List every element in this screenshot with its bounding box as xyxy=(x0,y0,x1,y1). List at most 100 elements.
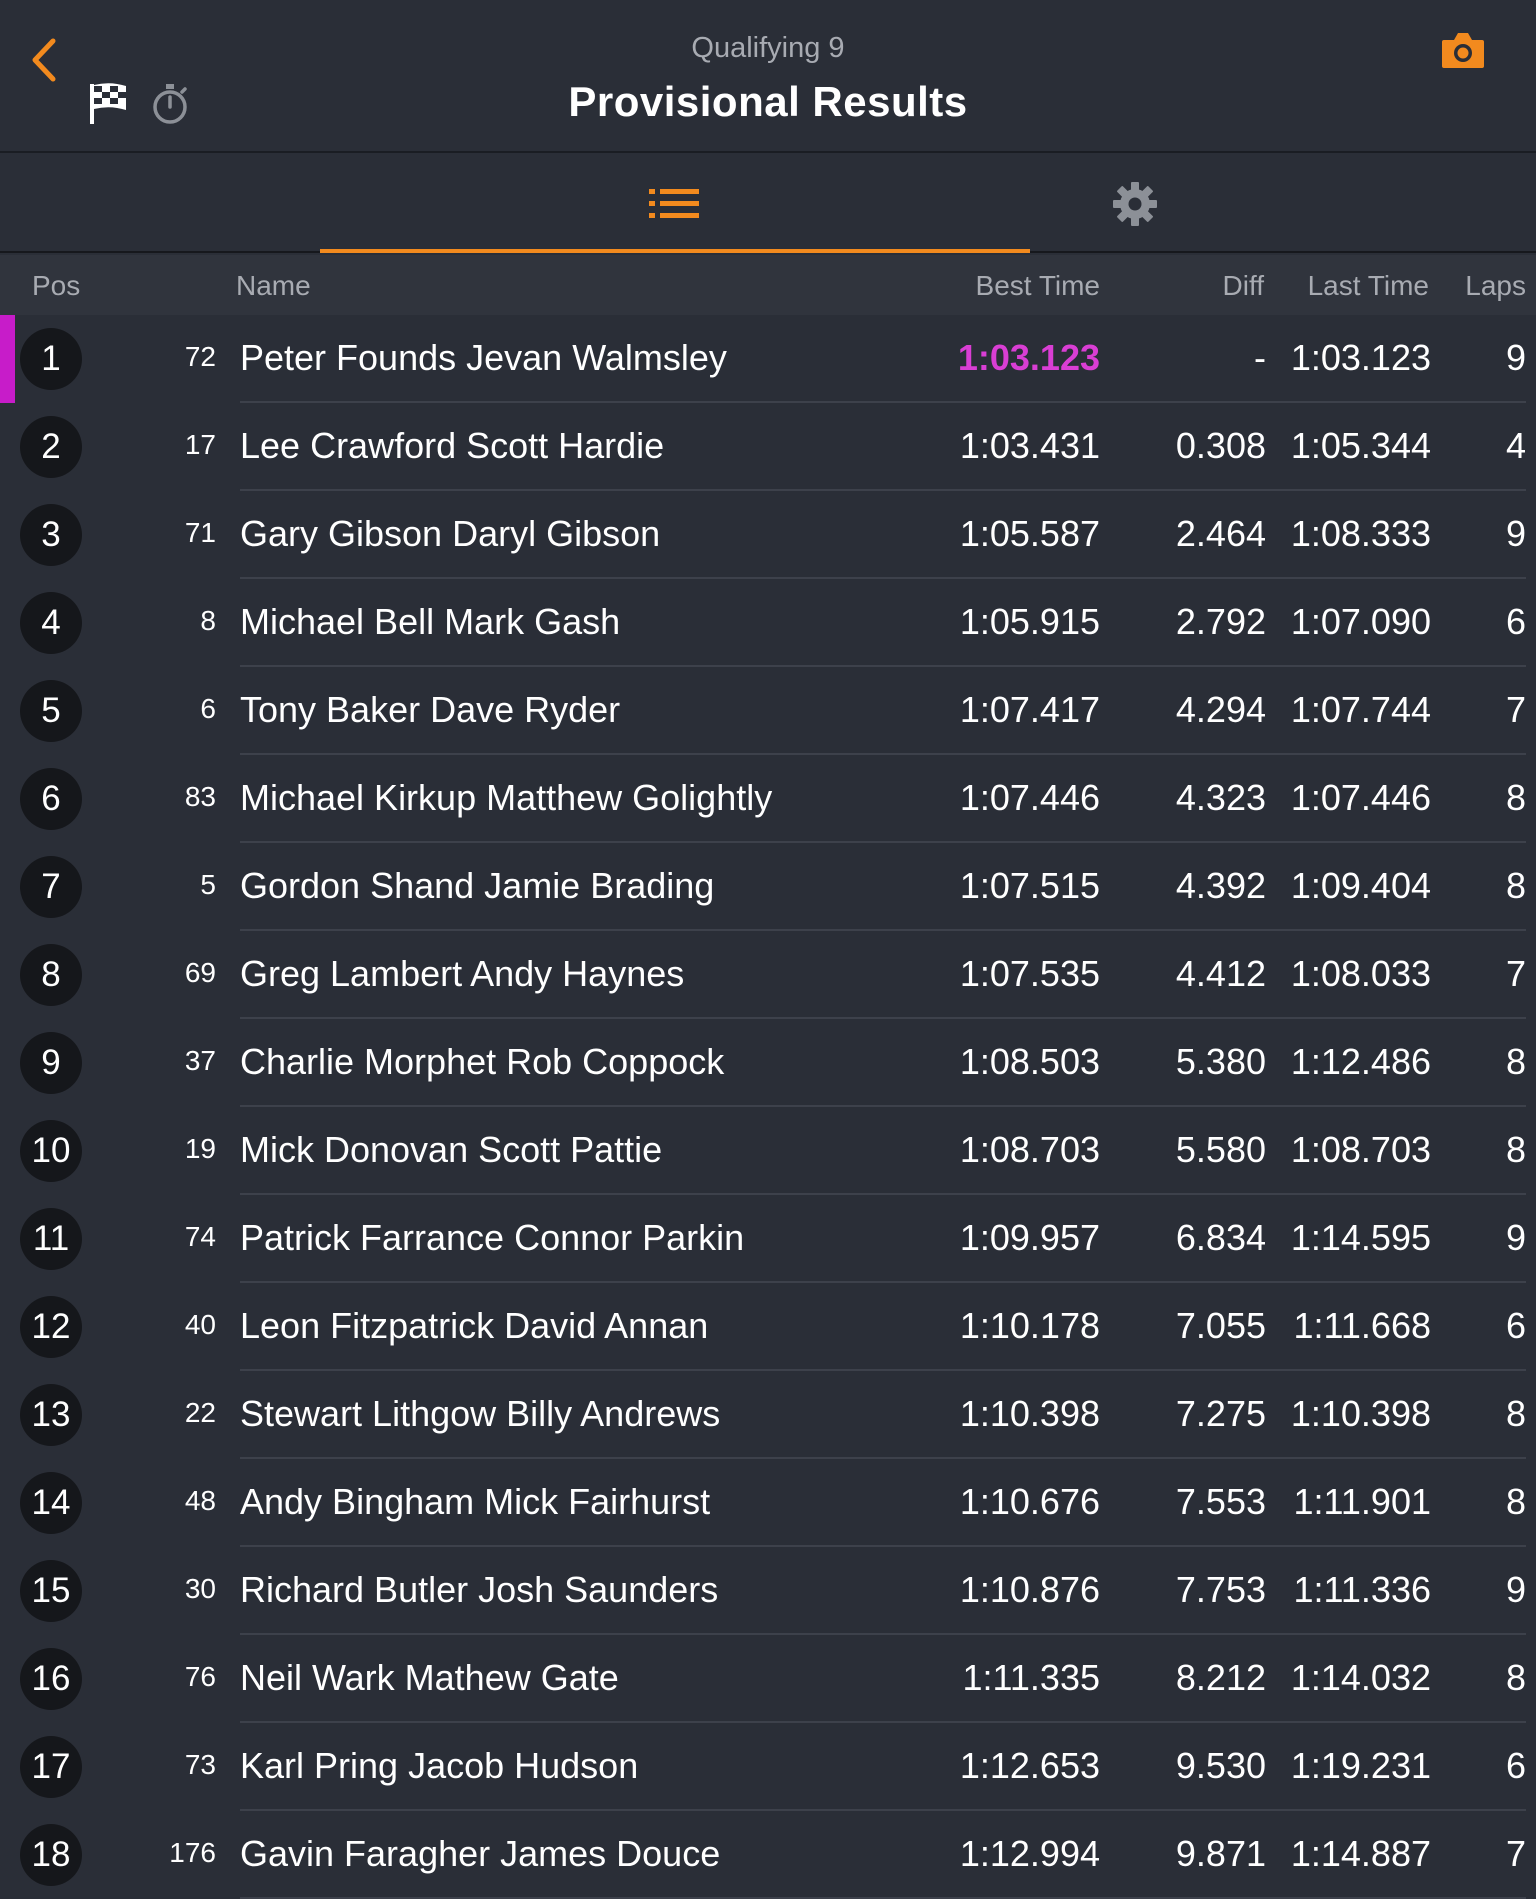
position-badge: 4 xyxy=(20,592,82,654)
car-number: 30 xyxy=(184,1573,216,1604)
time-diff: 7.275 xyxy=(1175,1393,1266,1434)
position-badge: 17 xyxy=(20,1736,82,1798)
position-badge: 5 xyxy=(20,680,82,742)
result-row[interactable]: 5 6 Tony Baker Dave Ryder 1:07.417 4.294 1:07… xyxy=(0,667,1536,755)
time-diff: 7.055 xyxy=(1175,1305,1266,1346)
last-time: 1:03.123 xyxy=(1290,337,1431,378)
driver-names: Stewart Lithgow Billy Andrews xyxy=(240,1393,721,1434)
col-laps[interactable]: Laps xyxy=(1465,270,1526,302)
results-column-header: Pos Name Best Time Diff Last Time Laps xyxy=(0,255,1536,315)
tab-results-list[interactable] xyxy=(320,155,1030,253)
lap-count: 8 xyxy=(1505,1657,1526,1698)
driver-names: Karl Pring Jacob Hudson xyxy=(240,1745,639,1786)
result-row[interactable]: 13 22 Stewart Lithgow Billy Andrews 1:10.39… xyxy=(0,1371,1536,1459)
last-time: 1:12.486 xyxy=(1290,1041,1431,1082)
result-row[interactable]: 17 73 Karl Pring Jacob Hudson 1:12.653 9.530… xyxy=(0,1723,1536,1811)
result-row[interactable]: 12 40 Leon Fitzpatrick David Annan 1:10.178… xyxy=(0,1283,1536,1371)
time-diff: 0.308 xyxy=(1175,425,1266,466)
camera-icon[interactable] xyxy=(1440,28,1486,72)
fastest-lap-marker xyxy=(0,315,15,403)
driver-names: Michael Bell Mark Gash xyxy=(240,601,621,642)
best-time: 1:12.653 xyxy=(959,1745,1100,1786)
car-number: 6 xyxy=(200,693,216,724)
result-row[interactable]: 16 76 Neil Wark Mathew Gate 1:11.335 8.212 1:… xyxy=(0,1635,1536,1723)
result-row[interactable]: 6 83 Michael Kirkup Matthew Golightly 1:07.… xyxy=(0,755,1536,843)
time-diff: 9.530 xyxy=(1175,1745,1266,1786)
col-pos[interactable]: Pos xyxy=(32,270,80,302)
driver-names: Mick Donovan Scott Pattie xyxy=(240,1129,663,1170)
lap-count: 9 xyxy=(1505,337,1526,378)
best-time: 1:08.503 xyxy=(959,1041,1100,1082)
position-badge: 12 xyxy=(20,1296,82,1358)
best-time: 1:11.335 xyxy=(962,1657,1100,1698)
time-diff: 9.871 xyxy=(1175,1833,1266,1874)
position-badge: 9 xyxy=(20,1032,82,1094)
lap-count: 9 xyxy=(1505,1217,1526,1258)
driver-names: Michael Kirkup Matthew Golightly xyxy=(240,777,773,818)
result-row[interactable]: 18 176 Gavin Faragher James Douce 1:12.994 9… xyxy=(0,1811,1536,1899)
driver-names: Charlie Morphet Rob Coppock xyxy=(240,1041,725,1082)
best-time: 1:03.431 xyxy=(959,425,1100,466)
car-number: 74 xyxy=(184,1221,216,1252)
last-time: 1:14.887 xyxy=(1290,1833,1431,1874)
position-badge: 13 xyxy=(20,1384,82,1446)
time-diff: 6.834 xyxy=(1175,1217,1266,1258)
best-time: 1:07.417 xyxy=(959,689,1100,730)
position-badge: 16 xyxy=(20,1648,82,1710)
best-time: 1:03.123 xyxy=(957,337,1100,378)
page-title: Provisional Results xyxy=(568,78,968,125)
last-time: 1:11.901 xyxy=(1293,1481,1431,1522)
lap-count: 8 xyxy=(1505,865,1526,906)
car-number: 176 xyxy=(169,1837,216,1868)
lap-count: 9 xyxy=(1505,1569,1526,1610)
col-best-time[interactable]: Best Time xyxy=(976,270,1100,302)
time-diff: 4.412 xyxy=(1175,953,1266,994)
best-time: 1:10.876 xyxy=(959,1569,1100,1610)
result-row[interactable]: 11 74 Patrick Farrance Connor Parkin 1:09.9… xyxy=(0,1195,1536,1283)
last-time: 1:08.033 xyxy=(1290,953,1431,994)
driver-names: Leon Fitzpatrick David Annan xyxy=(240,1305,709,1346)
driver-names: Gordon Shand Jamie Brading xyxy=(240,865,715,906)
car-number: 37 xyxy=(184,1045,216,1076)
time-diff: 4.294 xyxy=(1175,689,1266,730)
tab-settings[interactable] xyxy=(1030,155,1240,253)
driver-names: Andy Bingham Mick Fairhurst xyxy=(240,1481,711,1522)
driver-names: Peter Founds Jevan Walmsley xyxy=(240,337,727,378)
car-number: 73 xyxy=(184,1749,216,1780)
position-badge: 3 xyxy=(20,504,82,566)
position-badge: 6 xyxy=(20,768,82,830)
position-badge: 10 xyxy=(20,1120,82,1182)
time-diff: 5.580 xyxy=(1175,1129,1266,1170)
car-number: 72 xyxy=(184,341,216,372)
car-number: 5 xyxy=(200,869,216,900)
last-time: 1:10.398 xyxy=(1290,1393,1431,1434)
position-badge: 14 xyxy=(20,1472,82,1534)
last-time: 1:08.703 xyxy=(1290,1129,1431,1170)
col-name[interactable]: Name xyxy=(236,270,311,302)
col-last-time[interactable]: Last Time xyxy=(1308,270,1429,302)
lap-count: 6 xyxy=(1505,601,1526,642)
result-row[interactable]: 7 5 Gordon Shand Jamie Brading 1:07.515 4.39… xyxy=(0,843,1536,931)
result-row[interactable]: 10 19 Mick Donovan Scott Pattie 1:08.703 5.5… xyxy=(0,1107,1536,1195)
last-time: 1:14.595 xyxy=(1290,1217,1431,1258)
position-badge: 1 xyxy=(20,328,82,390)
result-row[interactable]: 14 48 Andy Bingham Mick Fairhurst 1:10.676 7… xyxy=(0,1459,1536,1547)
last-time: 1:11.668 xyxy=(1293,1305,1431,1346)
position-badge: 7 xyxy=(20,856,82,918)
time-diff: 7.753 xyxy=(1175,1569,1266,1610)
result-row[interactable]: 1 72 Peter Founds Jevan Walmsley 1:03.123-1… xyxy=(0,315,1536,403)
lap-count: 9 xyxy=(1505,513,1526,554)
result-row[interactable]: 9 37 Charlie Morphet Rob Coppock 1:08.503 5.… xyxy=(0,1019,1536,1107)
result-row[interactable]: 2 17 Lee Crawford Scott Hardie 1:03.431 0.30… xyxy=(0,403,1536,491)
best-time: 1:10.398 xyxy=(959,1393,1100,1434)
gear-icon xyxy=(1113,182,1157,226)
time-diff: 7.553 xyxy=(1175,1481,1266,1522)
col-diff[interactable]: Diff xyxy=(1223,270,1265,302)
result-row[interactable]: 8 69 Greg Lambert Andy Haynes 1:07.535 4.412… xyxy=(0,931,1536,1019)
result-row[interactable]: 3 71 Gary Gibson Daryl Gibson 1:05.587 2.464… xyxy=(0,491,1536,579)
last-time: 1:07.446 xyxy=(1290,777,1431,818)
time-diff: 5.380 xyxy=(1175,1041,1266,1082)
result-row[interactable]: 15 30 Richard Butler Josh Saunders 1:10.876… xyxy=(0,1547,1536,1635)
result-row[interactable]: 4 8 Michael Bell Mark Gash 1:05.915 2.792 1:0… xyxy=(0,579,1536,667)
lap-count: 8 xyxy=(1505,777,1526,818)
